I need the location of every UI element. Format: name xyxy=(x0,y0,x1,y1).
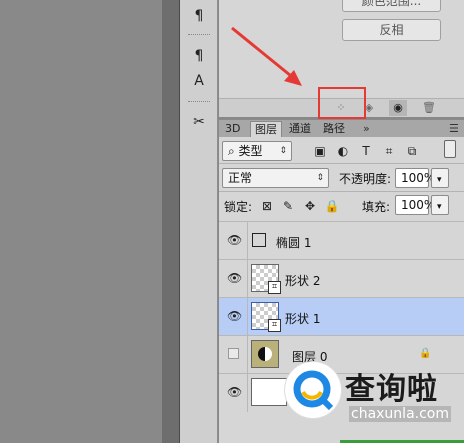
layer-name[interactable]: 形状 1 xyxy=(285,310,320,327)
panel-dock-strip: ¶ ¶ A ✂ xyxy=(180,0,218,443)
divider xyxy=(247,260,248,298)
panel-tabs: 3D 图层 通道 路径 » ☰ xyxy=(219,119,464,138)
shape-filter-icon[interactable]: ⌗ xyxy=(381,143,397,159)
trash-icon[interactable]: 🗑 xyxy=(420,100,438,116)
watermark-subtitle: chaxunla.com xyxy=(349,406,451,422)
highlight-box xyxy=(318,87,366,119)
opacity-dropdown[interactable]: ▾ xyxy=(431,168,449,188)
eye-icon[interactable]: 👁 xyxy=(227,233,242,247)
layer-row[interactable]: 👁 ⌗ 形状 2 xyxy=(219,259,464,298)
eye-icon[interactable]: 👁 xyxy=(227,271,242,285)
eye-icon[interactable]: 👁 xyxy=(227,385,242,399)
tab-layers[interactable]: 图层 xyxy=(250,121,282,138)
tab-paths[interactable]: 路径 xyxy=(319,121,349,138)
tab-channels[interactable]: 通道 xyxy=(285,121,315,138)
layer-thumbnail xyxy=(251,378,287,406)
dock-grip[interactable] xyxy=(188,34,210,37)
visibility-toggle[interactable] xyxy=(228,348,239,359)
blend-mode-select[interactable]: 正常 ⇕ xyxy=(222,168,329,188)
tab-collapse-icon[interactable]: » xyxy=(359,121,374,138)
tab-3d[interactable]: 3D xyxy=(221,121,244,138)
layer-name[interactable]: 形状 2 xyxy=(285,272,320,289)
lock-position-move-icon[interactable]: ✥ xyxy=(302,198,318,214)
layer-name[interactable]: 椭圆 1 xyxy=(276,234,311,251)
search-icon: ⌕ xyxy=(228,144,239,158)
lock-all-icon[interactable]: 🔒 xyxy=(324,198,340,214)
shape-badge-icon: ⌗ xyxy=(268,319,281,332)
filter-kind-select[interactable]: ⌕ 类型 ⇕ xyxy=(222,141,292,161)
magnifier-logo-icon xyxy=(293,370,334,411)
watermark-title: 查询啦 xyxy=(345,372,438,407)
divider xyxy=(247,298,248,336)
lock-transparent-icon[interactable]: ⊠ xyxy=(259,198,275,214)
dock-grip[interactable] xyxy=(188,101,210,104)
paragraph-style-icon[interactable]: ¶ xyxy=(186,46,212,66)
color-range-button[interactable]: 颜色范围... xyxy=(342,0,441,12)
panel-menu-icon[interactable]: ☰ xyxy=(445,121,463,138)
pixel-filter-icon[interactable]: ▣ xyxy=(312,143,328,159)
fill-input[interactable]: 100% xyxy=(395,195,435,215)
document-canvas[interactable] xyxy=(0,0,162,443)
watermark: 查询啦 chaxunla.com xyxy=(283,352,464,443)
lock-image-brush-icon[interactable]: ✎ xyxy=(280,198,296,214)
type-filter-icon[interactable]: T xyxy=(358,143,374,159)
tools-icon[interactable]: ✂ xyxy=(186,112,212,132)
shape-badge-icon: ⌗ xyxy=(268,281,281,294)
visibility-eye-icon[interactable]: ◉ xyxy=(389,100,407,116)
eye-icon[interactable]: 👁 xyxy=(227,309,242,323)
layer-thumbnail: ⌗ xyxy=(251,264,281,294)
divider xyxy=(219,191,464,192)
layer-thumbnail xyxy=(251,340,279,368)
layer-row-selected[interactable]: 👁 ⌗ 形状 1 xyxy=(219,297,464,336)
layer-thumbnail: ⌗ xyxy=(251,302,281,332)
shape-layer-icon xyxy=(252,233,266,247)
watermark-logo xyxy=(285,362,341,418)
canvas-scroll-edge xyxy=(162,0,180,443)
invert-button[interactable]: 反相 xyxy=(342,19,441,41)
divider xyxy=(247,374,248,412)
paragraph-icon[interactable]: ¶ xyxy=(186,6,212,26)
opacity-input[interactable]: 100% xyxy=(395,168,435,188)
divider xyxy=(219,163,464,164)
pointer-arrow xyxy=(231,26,302,86)
layer-row[interactable]: 👁 椭圆 1 xyxy=(219,221,464,260)
yin-yang-image xyxy=(258,347,272,361)
adjustment-filter-icon[interactable]: ◐ xyxy=(335,143,351,159)
smart-object-filter-icon[interactable]: ⧉ xyxy=(404,143,420,159)
filter-toggle-switch[interactable] xyxy=(444,140,456,158)
lock-label: 锁定: xyxy=(224,200,253,214)
divider xyxy=(247,222,248,260)
divider xyxy=(247,336,248,374)
character-style-icon[interactable]: A xyxy=(186,71,212,91)
fill-dropdown[interactable]: ▾ xyxy=(431,195,449,215)
fill-label: 填充: xyxy=(362,200,391,214)
opacity-label: 不透明度: xyxy=(339,172,392,186)
